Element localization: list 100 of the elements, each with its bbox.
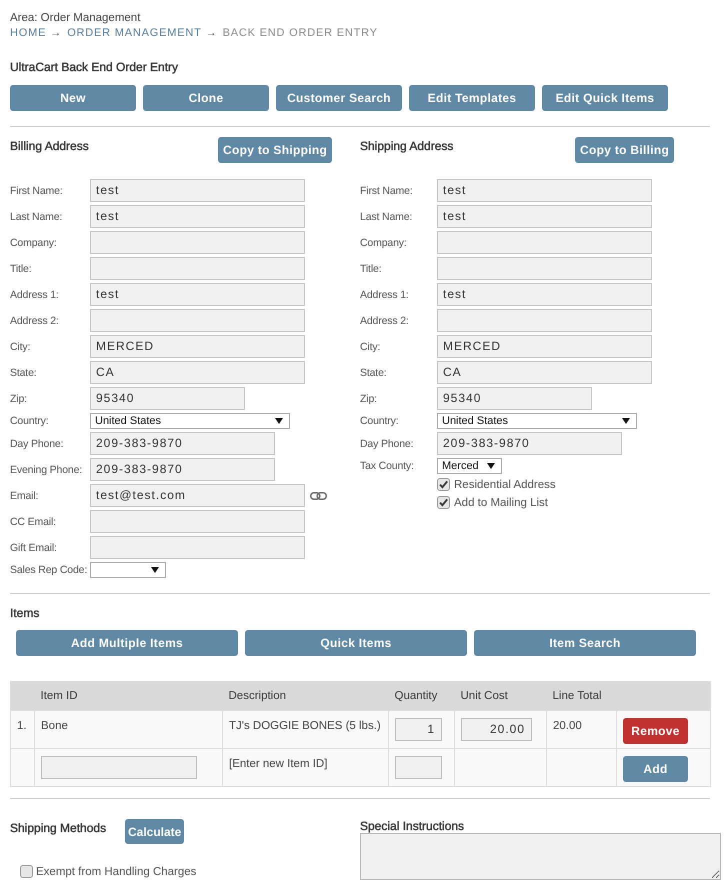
breadcrumb-item: BACK END ORDER ENTRY (222, 26, 378, 40)
toolbar-button[interactable]: Edit Quick Items (542, 85, 668, 111)
checkbox-label: Add to Mailing List (454, 496, 548, 508)
input-field[interactable] (437, 309, 652, 332)
input-field[interactable] (90, 257, 305, 280)
form-label: Last Name: (360, 210, 412, 222)
form-label: Zip: (360, 392, 377, 404)
column-header: Item ID (34, 682, 222, 710)
form-label: City: (360, 340, 380, 352)
items-action-button[interactable]: Add Multiple Items (16, 630, 238, 656)
column-header: Quantity (388, 682, 454, 710)
input-field[interactable]: CA (437, 361, 652, 384)
remove-button[interactable]: Remove (623, 718, 688, 744)
copy-address-button[interactable]: Copy to Billing (575, 137, 674, 163)
input-field[interactable]: CA (90, 361, 305, 384)
form-label: Sales Rep Code: (10, 564, 88, 576)
items-action-button[interactable]: Quick Items (245, 630, 467, 656)
form-label: Gift Email: (10, 542, 57, 554)
quantity-field[interactable]: 1 (395, 718, 442, 741)
caret-icon (486, 463, 495, 469)
form-label: Tax County: (360, 460, 414, 472)
toolbar-button[interactable]: Edit Templates (409, 85, 535, 111)
toolbar-button[interactable]: Customer Search (276, 85, 402, 111)
form-label: CC Email: (10, 516, 56, 528)
section-title: Shipping Methods (10, 820, 108, 835)
checkbox-label: Exempt from Handling Charges (36, 866, 196, 878)
item-id-field[interactable] (41, 756, 197, 779)
quantity-field[interactable] (395, 756, 442, 779)
dropdown[interactable]: United States (90, 413, 290, 429)
form-label: State: (10, 366, 37, 378)
form-label: Address 1: (360, 288, 409, 300)
input-field[interactable]: test (90, 179, 305, 202)
input-field[interactable] (90, 510, 305, 533)
input-field[interactable]: test@test.com (90, 484, 305, 507)
form-label: City: (10, 340, 30, 352)
input-field[interactable]: 95340 (437, 387, 592, 410)
page-title: UltraCart Back End Order Entry (10, 60, 180, 74)
form-label: First Name: (360, 184, 413, 196)
column-header: Line Total (546, 682, 616, 710)
table-cell: TJ's DOGGIE BONES (5 lbs.) (222, 710, 388, 748)
dropdown[interactable] (90, 562, 166, 578)
form-label: Email: (10, 490, 38, 502)
breadcrumb-separator: → (206, 26, 217, 40)
column-header: Unit Cost (454, 682, 546, 710)
form-label: Zip: (10, 392, 27, 404)
area-label: Area: Order Management (10, 11, 142, 25)
toolbar-button[interactable]: New (10, 85, 136, 111)
input-field[interactable]: test (90, 205, 305, 228)
form-label: Evening Phone: (10, 464, 82, 476)
input-field[interactable]: test (90, 283, 305, 306)
breadcrumb-item[interactable]: HOME (10, 26, 46, 40)
table-cell: Bone (34, 710, 222, 748)
checkbox[interactable] (437, 496, 450, 509)
input-field[interactable] (437, 257, 652, 280)
section-title: Shipping Address (360, 138, 454, 153)
input-field[interactable]: test (437, 179, 652, 202)
checkbox[interactable] (20, 865, 33, 878)
input-field[interactable] (90, 536, 305, 559)
input-field[interactable] (90, 231, 305, 254)
section-title: Billing Address (10, 138, 90, 153)
toolbar-button[interactable]: Clone (143, 85, 269, 111)
input-field[interactable]: MERCED (90, 335, 305, 358)
input-field[interactable]: test (437, 283, 652, 306)
checkbox[interactable] (437, 478, 450, 491)
row-number: 1. (10, 710, 34, 748)
copy-address-button[interactable]: Copy to Shipping (218, 137, 332, 163)
dropdown[interactable]: Merced (437, 458, 502, 474)
column-header: Description (222, 682, 388, 710)
input-field[interactable]: MERCED (437, 335, 652, 358)
unit-cost-field[interactable]: 20.00 (461, 718, 532, 741)
table-cell: [Enter new Item ID] (222, 748, 388, 786)
input-field[interactable]: 209-383-9870 (90, 432, 275, 455)
input-field[interactable]: test (437, 205, 652, 228)
form-label: Title: (360, 262, 382, 274)
breadcrumb-item[interactable]: ORDER MANAGEMENT (67, 26, 202, 40)
input-field[interactable] (90, 309, 305, 332)
input-field[interactable]: 209-383-9870 (437, 432, 622, 455)
calculate-button[interactable]: Calculate (125, 819, 184, 844)
form-label: Day Phone: (10, 438, 64, 450)
form-label: Company: (10, 236, 57, 248)
add-button[interactable]: Add (623, 756, 688, 782)
caret-icon (151, 567, 159, 573)
chain-link-icon[interactable] (310, 492, 327, 500)
instructions-field[interactable] (360, 833, 721, 880)
caret-icon (622, 418, 630, 424)
items-action-button[interactable]: Item Search (474, 630, 696, 656)
input-field[interactable]: 95340 (90, 387, 245, 410)
input-field[interactable]: 209-383-9870 (90, 458, 275, 481)
form-label: Address 2: (10, 314, 59, 326)
form-label: Address 1: (10, 288, 59, 300)
checkbox-label: Residential Address (454, 478, 556, 490)
form-label: Address 2: (360, 314, 409, 326)
form-label: First Name: (10, 184, 63, 196)
input-field[interactable] (437, 231, 652, 254)
caret-icon (275, 418, 283, 424)
table-cell: 20.00 (546, 710, 616, 748)
form-label: Day Phone: (360, 438, 414, 450)
section-title: Items (10, 605, 40, 620)
dropdown[interactable]: United States (437, 413, 637, 429)
form-label: Last Name: (10, 210, 62, 222)
